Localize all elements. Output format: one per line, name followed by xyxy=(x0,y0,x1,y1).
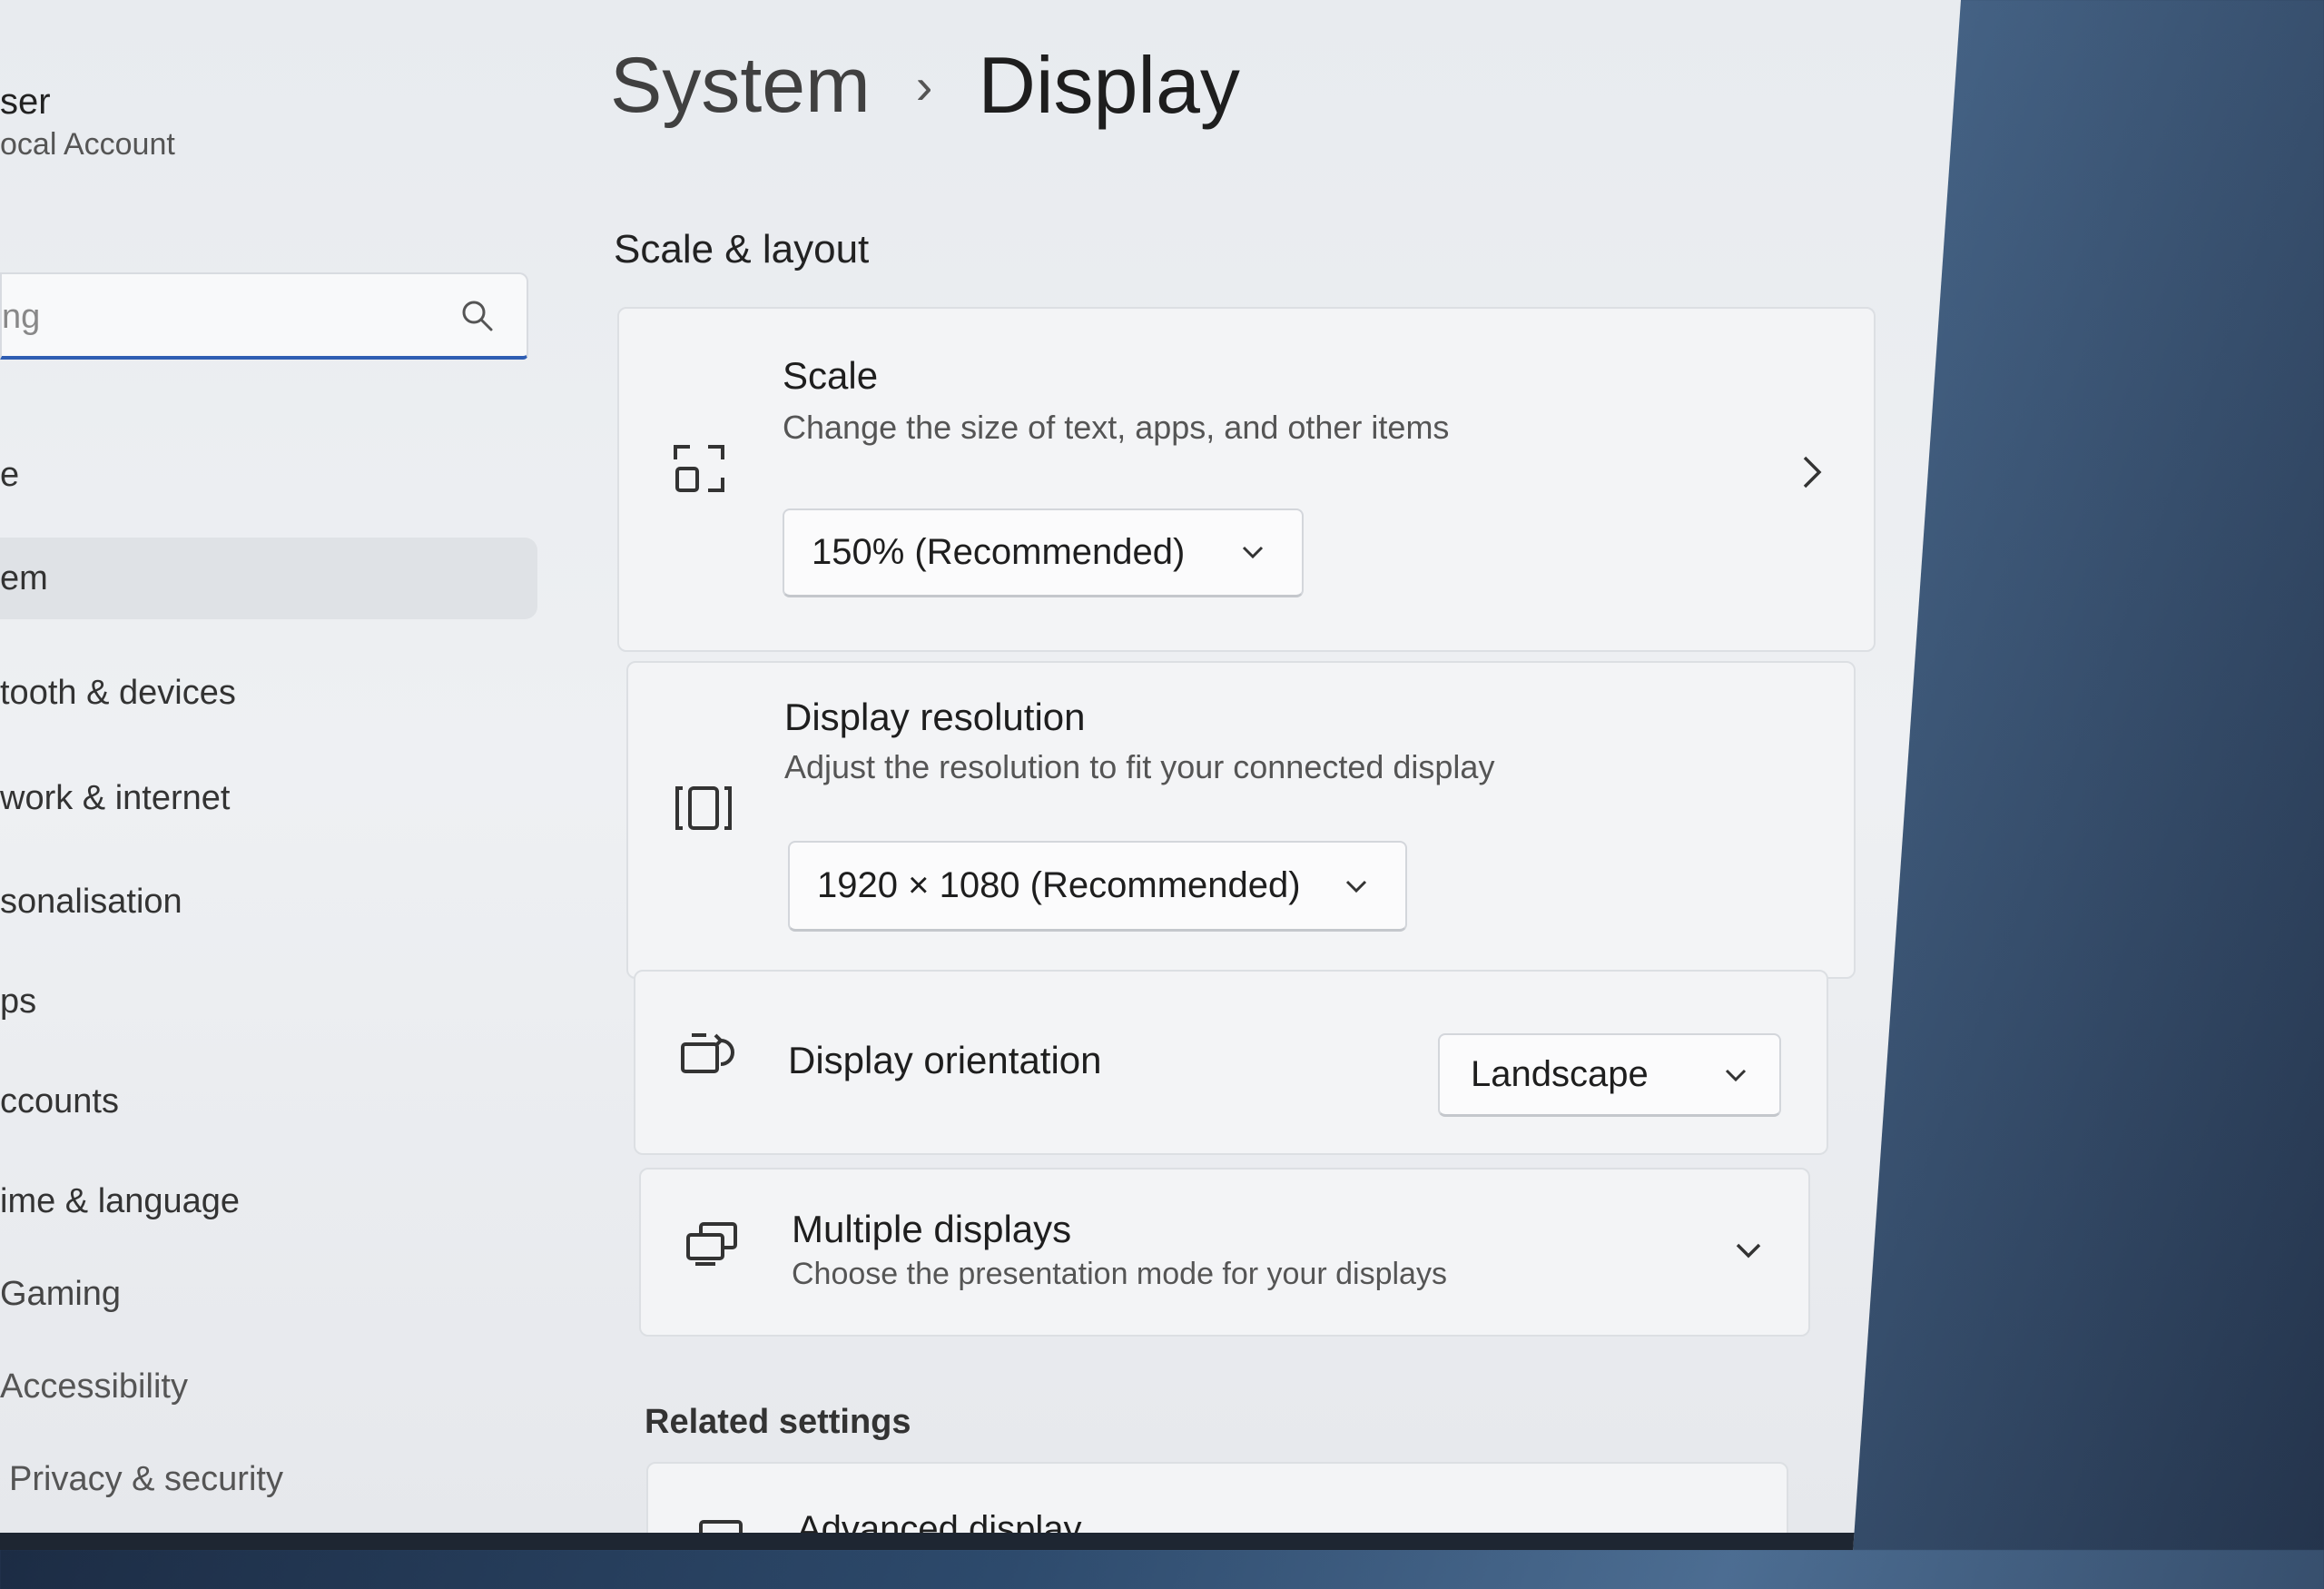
sidebar-item-system[interactable]: em xyxy=(0,538,537,619)
resolution-dropdown[interactable]: 1920 × 1080 (Recommended) xyxy=(788,841,1407,932)
multiple-displays-card[interactable]: Multiple displays Choose the presentatio… xyxy=(639,1168,1810,1337)
chevron-down-icon xyxy=(1345,880,1367,893)
sidebar-item-home[interactable]: e xyxy=(0,434,19,516)
chevron-right-icon: › xyxy=(915,56,933,114)
scale-dropdown[interactable]: 150% (Recommended) xyxy=(783,508,1304,597)
sidebar-item-accounts[interactable]: ccounts xyxy=(0,1061,119,1142)
related-settings-heading: Related settings xyxy=(645,1403,911,1441)
sidebar-item-label: Privacy & security xyxy=(9,1460,283,1498)
user-account-type: ocal Account xyxy=(0,127,175,162)
search-icon[interactable] xyxy=(459,298,496,334)
rotate-display-icon xyxy=(681,1033,734,1073)
scale-value: 150% (Recommended) xyxy=(812,532,1186,572)
sidebar-item-bluetooth-devices[interactable]: tooth & devices xyxy=(0,652,236,734)
sidebar-item-label: ime & language xyxy=(0,1182,241,1220)
scale-title: Scale xyxy=(783,354,879,397)
sidebar-item-label: tooth & devices xyxy=(0,674,236,712)
search-input[interactable]: ng xyxy=(2,298,40,337)
orientation-value: Landscape xyxy=(1471,1054,1649,1094)
advanced-display-card[interactable]: Advanced display xyxy=(646,1462,1788,1550)
section-title: Scale & layout xyxy=(614,227,870,271)
orientation-card: Display orientation Landscape xyxy=(634,970,1828,1155)
sidebar-item-privacy-security[interactable]: Privacy & security xyxy=(9,1438,283,1520)
sidebar-item-personalisation[interactable]: sonalisation xyxy=(0,861,182,943)
resolution-value: 1920 × 1080 (Recommended) xyxy=(817,865,1301,905)
scale-description: Change the size of text, apps, and other… xyxy=(783,409,1450,446)
breadcrumb: System › Display xyxy=(610,31,1240,140)
resolution-card: Display resolution Adjust the resolution… xyxy=(626,661,1856,979)
sidebar-item-label: e xyxy=(0,456,20,494)
sidebar-item-gaming[interactable]: Gaming xyxy=(0,1253,121,1335)
sidebar-item-apps[interactable]: ps xyxy=(0,961,36,1042)
sidebar-item-label: sonalisation xyxy=(0,883,182,921)
breadcrumb-parent[interactable]: System xyxy=(610,41,871,131)
chevron-down-icon[interactable] xyxy=(1734,1240,1763,1260)
sidebar-item-label: work & internet xyxy=(0,779,231,817)
chevron-down-icon xyxy=(1242,546,1264,559)
sidebar-item-network-internet[interactable]: work & internet xyxy=(0,757,230,839)
orientation-title: Display orientation xyxy=(788,1039,1102,1081)
search-box[interactable]: ng xyxy=(0,272,528,360)
sidebar-item-label: ccounts xyxy=(0,1082,119,1120)
sidebar: ser ocal Account ng e em tooth & devices… xyxy=(0,0,545,1550)
scale-card[interactable]: Scale Change the size of text, apps, and… xyxy=(617,307,1876,652)
multiple-displays-title: Multiple displays xyxy=(792,1208,1072,1250)
sidebar-item-label: ps xyxy=(0,982,37,1021)
multiple-displays-description: Choose the presentation mode for your di… xyxy=(792,1257,1447,1291)
display-resolution-icon xyxy=(675,786,732,830)
multiple-displays-icon xyxy=(686,1222,737,1266)
chevron-right-icon[interactable] xyxy=(1801,454,1823,490)
user-name: ser xyxy=(0,82,51,122)
resolution-description: Adjust the resolution to fit your connec… xyxy=(784,748,1495,785)
sidebar-item-accessibility[interactable]: Accessibility xyxy=(0,1346,188,1427)
sidebar-item-label: Gaming xyxy=(0,1275,122,1313)
settings-window: ser ocal Account ng e em tooth & devices… xyxy=(0,0,1961,1550)
scale-icon xyxy=(674,445,724,492)
page-title: Display xyxy=(978,40,1240,130)
orientation-dropdown[interactable]: Landscape xyxy=(1438,1033,1781,1117)
chevron-down-icon xyxy=(1725,1069,1747,1082)
sidebar-item-label: em xyxy=(0,559,48,597)
resolution-title: Display resolution xyxy=(784,696,1086,738)
monitor-bezel xyxy=(0,1533,1906,1550)
sidebar-item-time-language[interactable]: ime & language xyxy=(0,1160,240,1242)
sidebar-item-label: Accessibility xyxy=(0,1367,188,1406)
